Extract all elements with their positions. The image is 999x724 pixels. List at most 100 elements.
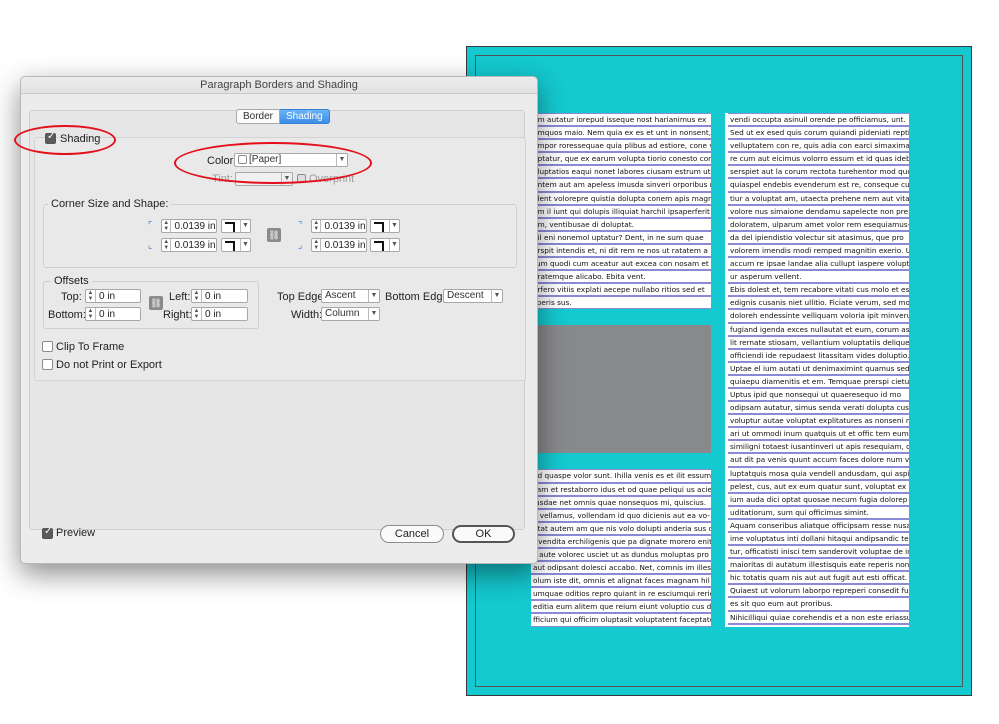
- bottom-edge-dropdown[interactable]: Descent ▼: [443, 289, 503, 303]
- text-line: erspit intendis et, ni dit rem re nos ut…: [531, 243, 711, 258]
- top-left-corner-size[interactable]: ▲ ▼ 0.0139 in: [161, 219, 217, 233]
- chevron-down-icon: ▼: [240, 220, 250, 232]
- shaded-placeholder-block: [531, 309, 711, 470]
- text-line: vendi occupta asinull orende pe officiam…: [728, 113, 909, 127]
- text-line: ime voluptatus inti dollani hitaqui andi…: [728, 532, 909, 546]
- top-edge-dropdown[interactable]: Ascent ▼: [321, 289, 380, 303]
- top-right-corner-shape[interactable]: ▼: [370, 219, 400, 233]
- text-line: voluptur autae voluptat explitatures as …: [728, 414, 909, 428]
- text-line: lit rernate stiosam, vellantium voluptat…: [728, 335, 909, 349]
- text-line: Aquam conseribus aliatque officipsam res…: [728, 518, 909, 532]
- text-line: Nihicilliqui quiae corehendis et a non e…: [728, 610, 909, 624]
- text-line: quiaepu diamenitis et em. Temquae prersp…: [728, 374, 909, 388]
- text-line: eratemque alicabo. Ebita vent.: [531, 270, 711, 284]
- text-line: re cum aut eicimus volorro essum et id q…: [728, 152, 909, 166]
- link-offsets-icon[interactable]: ⛓: [149, 296, 163, 310]
- text-line: um autatur iorepud isseque nost harianim…: [531, 113, 711, 127]
- text-line: untem aut am apeless imusda sinveri orpo…: [531, 178, 711, 192]
- left-text-column[interactable]: um autatur iorepud isseque nost harianim…: [531, 113, 711, 627]
- width-dropdown[interactable]: Column ▼: [321, 307, 380, 321]
- text-line: e vellamus, vollendam id quo dicienis au…: [531, 508, 711, 522]
- preview-checkbox[interactable]: [42, 526, 53, 539]
- text-line: fugiand igenda exces nullautat et eum, c…: [728, 322, 909, 336]
- top-edge-label: Top Edge:: [277, 291, 327, 303]
- annotation-ellipse-color: [174, 142, 372, 184]
- corner-group-label: Corner Size and Shape:: [48, 198, 172, 210]
- offset-bottom-input[interactable]: ▲ ▼ 0 in: [85, 307, 141, 321]
- text-line: ur asperum vellent.: [728, 270, 909, 284]
- text-line: uditatiorum, sum qui officimus simint.: [728, 505, 909, 519]
- text-line: fficium qui officim oluptasit voluptaten…: [531, 613, 711, 627]
- chevron-down-icon: ▼: [368, 308, 379, 320]
- cancel-button[interactable]: Cancel: [380, 525, 444, 543]
- corner-shape-icon: [374, 241, 384, 251]
- text-line: volorem imendis modi remped magnitin exe…: [728, 243, 909, 258]
- text-line: iusdae net omnis quae nonsequos mi, quis…: [531, 495, 711, 509]
- stepper-arrows-icon: ▲ ▼: [86, 290, 96, 302]
- corner-shape-icon: [225, 241, 235, 251]
- stepper-arrows-icon: ▲ ▼: [86, 308, 96, 320]
- text-line: Quiaest ut volorum laborpo repreperi con…: [728, 584, 909, 598]
- text-line: doloratem, ulparum amet volor rem esequi…: [728, 217, 909, 231]
- document-page: um autatur iorepud isseque nost harianim…: [466, 46, 972, 696]
- text-line: Uptus ipid que nonsequi ut quaeresequo i…: [728, 387, 909, 402]
- text-line: ium auda dici optat quosae necum fugia d…: [728, 492, 909, 506]
- bottom-left-corner-size[interactable]: ▲ ▼ 0.0139 in: [161, 238, 217, 252]
- offset-top-input[interactable]: ▲ ▼ 0 in: [85, 289, 141, 303]
- chevron-down-icon: ▼: [240, 239, 250, 251]
- clip-to-frame-checkbox[interactable]: [42, 341, 53, 352]
- left-column-top-text: um autatur iorepud isseque nost harianim…: [531, 113, 711, 310]
- text-line: t vendita erchiligenis que pa dignate mo…: [531, 534, 711, 548]
- dialog-title: Paragraph Borders and Shading: [21, 77, 537, 94]
- text-line: rum quodi cum aceatur aut excea con nosa…: [531, 257, 711, 271]
- do-not-print-label: Do not Print or Export: [56, 359, 162, 371]
- tab-shading[interactable]: Shading: [280, 109, 330, 124]
- text-line: s aute volorec usciet ut as dundus molup…: [531, 547, 711, 562]
- stepper-arrows-icon: ▲ ▼: [162, 239, 172, 251]
- corner-shape-icon: [225, 222, 235, 232]
- text-line: odipsam autatur, simus senda verati dolu…: [728, 401, 909, 415]
- link-corners-icon[interactable]: ⛓: [267, 228, 281, 242]
- bottom-left-corner-icon: ⌞: [148, 240, 153, 250]
- text-line: doloreh endessinte velliquam voloria ipi…: [728, 309, 909, 323]
- right-text-column[interactable]: vendi occupta asinull orende pe officiam…: [725, 113, 909, 627]
- clip-to-frame-label: Clip To Frame: [56, 341, 125, 353]
- offset-right-input[interactable]: ▲ ▼ 0 in: [191, 307, 248, 321]
- preview-label: Preview: [56, 527, 96, 539]
- text-line: da del ipiendistio volectur sit atasimus…: [728, 230, 909, 244]
- stepper-arrows-icon: ▲ ▼: [162, 220, 172, 232]
- do-not-print-checkbox[interactable]: [42, 359, 53, 370]
- width-label: Width:: [291, 309, 323, 321]
- text-line: olum iste dit, omnis et alignat faces ma…: [531, 574, 711, 588]
- offset-right-label: Right:: [163, 309, 192, 321]
- chevron-down-icon: ▼: [491, 290, 502, 302]
- top-left-corner-shape[interactable]: ▼: [221, 219, 251, 233]
- text-line: quiaspel endebis evenderum est re, conse…: [728, 178, 909, 192]
- top-left-corner-icon: ⌜: [148, 220, 153, 230]
- bottom-left-corner-shape[interactable]: ▼: [221, 238, 251, 252]
- text-line: um, ventibusae di doluptat.: [531, 217, 711, 231]
- offset-left-input[interactable]: ▲ ▼ 0 in: [191, 289, 248, 303]
- ok-button[interactable]: OK: [452, 525, 515, 543]
- corner-shape-icon: [374, 222, 384, 232]
- text-line: similigni totaest iusantinveri ut apis r…: [728, 440, 909, 454]
- offset-bottom-label: Bottom:: [48, 309, 86, 321]
- tab-border[interactable]: Border: [236, 109, 281, 124]
- text-line: serspiet aut la corum rectota turehentor…: [728, 165, 909, 179]
- text-line: hil eni nonemol uptatur? Dent, in ne sum…: [531, 230, 711, 244]
- text-line: empor roressequae quia plibus ad estiore…: [531, 139, 711, 153]
- text-line: ptat autem am que nis volo dolupti ander…: [531, 521, 711, 535]
- top-right-corner-size[interactable]: ▲ ▼ 0.0139 in: [311, 219, 367, 233]
- left-column-bottom-text: ed quaspe volor sunt. Ihilla venis es et…: [531, 469, 711, 627]
- chevron-down-icon: ▼: [389, 239, 399, 251]
- text-line: luptatquis mosa quia vendell andusdam, q…: [728, 466, 909, 480]
- stepper-arrows-icon: ▲ ▼: [312, 220, 322, 232]
- offset-left-label: Left:: [169, 291, 191, 303]
- text-line: elent volorepre quistia dolupta conem ap…: [531, 191, 711, 205]
- bottom-right-corner-size[interactable]: ▲ ▼ 0.0139 in: [311, 238, 367, 252]
- text-line: Uptae el ium autati ut denimaximint quam…: [728, 361, 909, 375]
- text-line: editia eum alitem que reium eiunt volupt…: [531, 600, 711, 614]
- text-line: tur, officatisti inisci tem sanderovit v…: [728, 545, 909, 559]
- text-line: edignis cusanis niet ullitio. Ficiate ve…: [728, 296, 909, 310]
- bottom-right-corner-shape[interactable]: ▼: [370, 238, 400, 252]
